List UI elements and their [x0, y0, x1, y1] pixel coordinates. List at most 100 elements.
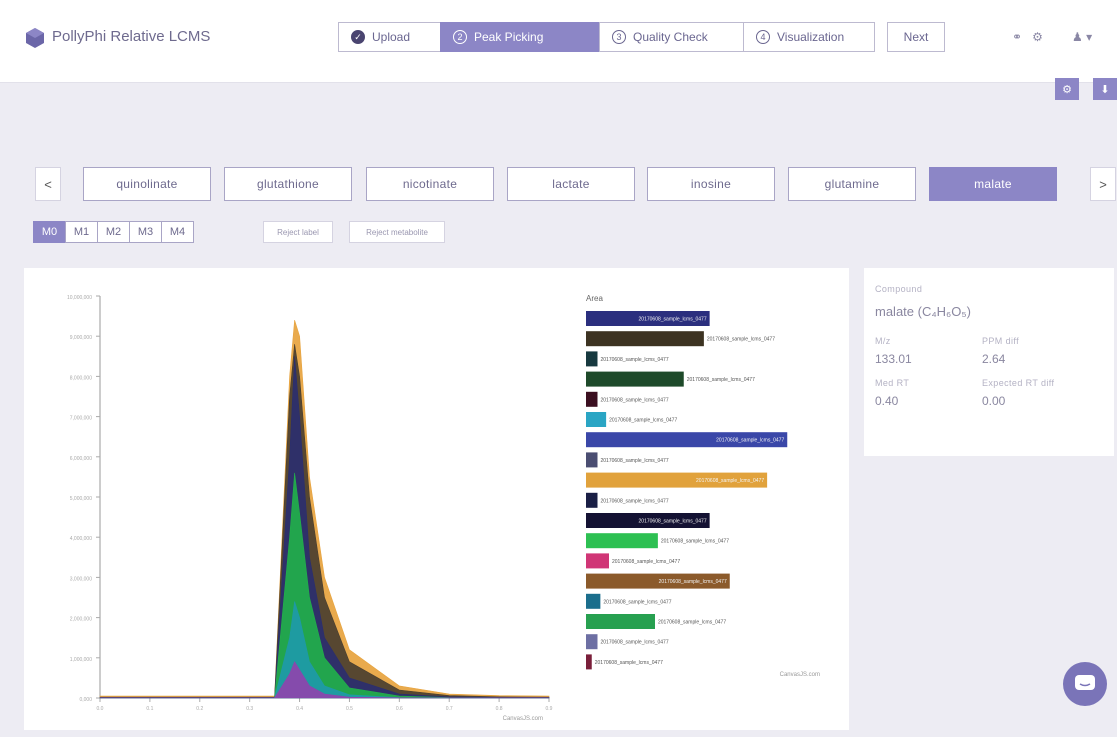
link-icon[interactable]: ⚭ — [1012, 30, 1022, 44]
compound-label: Compound — [875, 284, 923, 294]
app-logo-icon — [26, 28, 44, 48]
area-bar — [586, 593, 601, 609]
area-bar — [586, 533, 658, 549]
x-tick-label: 0.4 — [296, 706, 303, 712]
step-label: Visualization — [777, 30, 845, 44]
y-tick-label: 8,000,000 — [70, 375, 92, 381]
next-metabolite-button[interactable]: > — [1090, 167, 1116, 201]
reject-metabolite-button[interactable]: Reject metabolite — [349, 221, 445, 243]
download-icon: ⬇ — [1100, 83, 1110, 96]
tab-m4[interactable]: M4 — [161, 221, 194, 243]
bar-chart-title: Area — [586, 294, 603, 303]
tab-m3[interactable]: M3 — [129, 221, 162, 243]
area-bar — [586, 553, 609, 569]
expected-rt-label: Expected RT diff — [982, 378, 1055, 388]
y-tick-label: 9,000,000 — [70, 335, 92, 341]
y-tick-label: 10,000,000 — [67, 295, 92, 301]
app-title: PollyPhi Relative LCMS — [52, 28, 211, 45]
area-bar — [586, 351, 598, 367]
area-bar-label: 20170608_sample_lcms_0477 — [601, 498, 669, 504]
next-button[interactable]: Next — [887, 22, 945, 52]
tab-m1[interactable]: M1 — [65, 221, 98, 243]
settings-button[interactable]: ⚙ — [1055, 78, 1079, 100]
step-label: Quality Check — [633, 30, 708, 44]
y-tick-label: 4,000,000 — [70, 536, 92, 542]
tab-m2[interactable]: M2 — [97, 221, 130, 243]
prev-metabolite-button[interactable]: < — [35, 167, 61, 201]
area-bar-label: 20170608_sample_lcms_0477 — [601, 397, 669, 403]
step-visualization[interactable]: 4 Visualization — [743, 22, 875, 52]
step-label: Peak Picking — [474, 30, 544, 44]
ppm-value: 2.64 — [982, 352, 1006, 366]
area-bar — [586, 634, 598, 650]
y-tick-label: 6,000,000 — [70, 456, 92, 462]
area-bar-label: 20170608_sample_lcms_0477 — [639, 317, 707, 323]
header-icons: ⚭ ⚙ — [1012, 30, 1043, 44]
step-quality-check[interactable]: 3 Quality Check — [599, 22, 744, 52]
area-bar-label: 20170608_sample_lcms_0477 — [658, 620, 726, 626]
area-bar-label: 20170608_sample_lcms_0477 — [659, 579, 727, 585]
step-peak-picking[interactable]: 2 Peak Picking — [440, 22, 600, 52]
x-axis-label: CanvasJS.com — [503, 716, 543, 722]
area-bar-label: 20170608_sample_lcms_0477 — [707, 337, 775, 343]
chat-button[interactable] — [1063, 662, 1107, 706]
metabolite-chip[interactable]: nicotinate — [366, 167, 494, 201]
step-number-icon: 3 — [612, 30, 626, 44]
settings-icon[interactable]: ⚙ — [1032, 30, 1043, 44]
x-tick-label: 0.1 — [146, 706, 153, 712]
step-label: Upload — [372, 30, 411, 44]
area-bar-label: 20170608_sample_lcms_0477 — [601, 357, 669, 363]
top-bar: PollyPhi Relative LCMS ✓ Upload 2 Peak P… — [0, 0, 1117, 83]
x-tick-label: 0.9 — [546, 706, 553, 712]
expected-rt-value: 0.00 — [982, 394, 1006, 408]
step-upload[interactable]: ✓ Upload — [338, 22, 441, 52]
x-tick-label: 0.8 — [496, 706, 503, 712]
area-bar — [586, 654, 592, 670]
reject-label-button[interactable]: Reject label — [263, 221, 333, 243]
download-button[interactable]: ⬇ — [1093, 78, 1117, 100]
area-bar-label: 20170608_sample_lcms_0477 — [609, 418, 677, 424]
user-icon: ♟ — [1072, 30, 1083, 44]
y-tick-label: 1,000,000 — [70, 657, 92, 663]
area-bar-label: 20170608_sample_lcms_0477 — [603, 599, 671, 605]
area-bar — [586, 331, 704, 347]
metabolite-chip[interactable]: glutamine — [788, 167, 916, 201]
x-tick-label: 0.5 — [346, 706, 353, 712]
mz-label: M/z — [875, 336, 891, 346]
area-bar — [586, 614, 655, 629]
rt-value: 0.40 — [875, 394, 899, 408]
y-tick-label: 7,000,000 — [70, 416, 92, 422]
area-bar-label: 20170608_sample_lcms_0477 — [595, 660, 663, 666]
isotope-tabs: M0 M1 M2 M3 M4 — [33, 221, 194, 243]
metabolite-chip[interactable]: inosine — [647, 167, 775, 201]
compound-info-panel: Compound malate (C₄H₆O₅) M/z 133.01 PPM … — [864, 268, 1114, 456]
x-tick-label: 0.7 — [446, 706, 453, 712]
metabolite-chip[interactable]: glutathione — [224, 167, 352, 201]
mz-value: 133.01 — [875, 352, 912, 366]
check-icon: ✓ — [351, 30, 365, 44]
area-bar-label: 20170608_sample_lcms_0477 — [687, 377, 755, 383]
y-tick-label: 5,000,000 — [70, 496, 92, 502]
chevron-down-icon: ▾ — [1086, 30, 1093, 44]
area-bar-label: 20170608_sample_lcms_0477 — [601, 640, 669, 646]
compound-name: malate (C₄H₆O₅) — [875, 304, 971, 319]
ppm-label: PPM diff — [982, 336, 1020, 346]
metabolite-chip[interactable]: quinolinate — [83, 167, 211, 201]
chat-icon — [1075, 675, 1095, 690]
y-tick-label: 0,000 — [79, 697, 92, 703]
metabolite-chip[interactable]: lactate — [507, 167, 635, 201]
step-number-icon: 4 — [756, 30, 770, 44]
gear-icon: ⚙ — [1062, 83, 1072, 96]
area-bar — [586, 452, 598, 468]
metabolite-chip-active[interactable]: malate — [929, 167, 1057, 201]
area-bar-label: 20170608_sample_lcms_0477 — [612, 559, 680, 565]
tab-m0[interactable]: M0 — [33, 221, 66, 243]
user-menu-button[interactable]: ♟ ▾ — [1072, 30, 1092, 44]
area-bar-label: 20170608_sample_lcms_0477 — [716, 438, 784, 444]
chart-panel: 0,000 1,000,000 2,000,000 3,000,000 4,000,00… — [24, 268, 849, 730]
y-tick-label: 3,000,000 — [70, 576, 92, 582]
area-bar — [586, 412, 607, 427]
area-bar — [586, 492, 598, 508]
x-tick-label: 0.0 — [97, 706, 104, 712]
chromatogram-series-2 — [99, 356, 550, 699]
